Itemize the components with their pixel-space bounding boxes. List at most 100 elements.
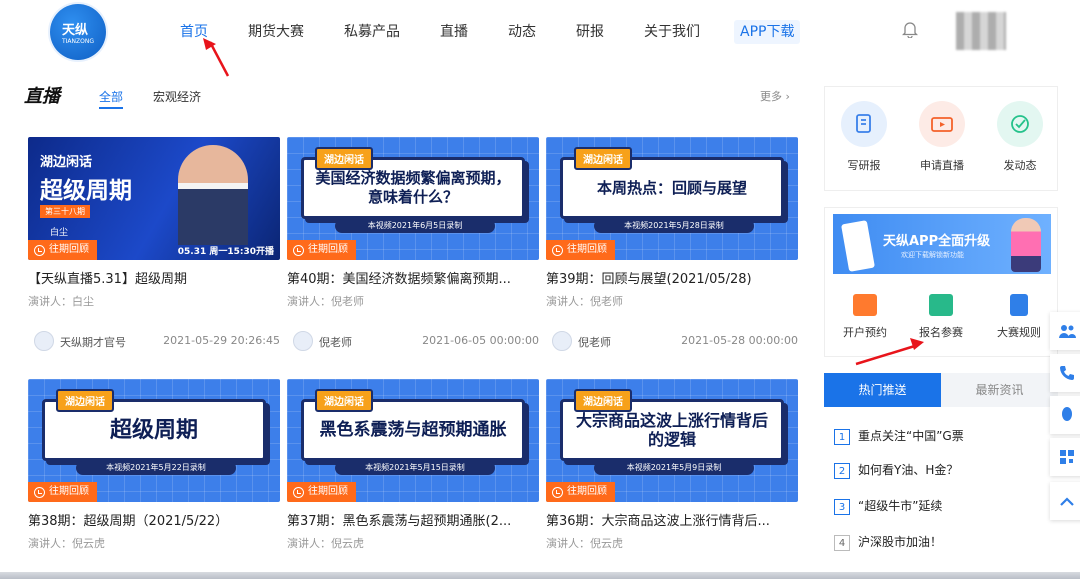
card-meta: 倪老师 2021-06-05 00:00:00	[287, 331, 539, 351]
news-panel: 热门推送 最新资讯 1 重点关注“中国”G票 2 如何看Y油、H金？ 3 “超级牛市”…	[824, 373, 1058, 579]
card-meta: 天纵期才官号 2021-05-29 20:26:45	[28, 331, 280, 351]
rank-badge: 1	[834, 428, 850, 445]
more-link[interactable]: 更多 ›	[760, 88, 790, 104]
service-label: 大赛规则	[997, 326, 1041, 339]
qq-icon	[1062, 407, 1072, 421]
quick-label: 申请直播	[920, 159, 964, 172]
live-card[interactable]: 湖边闲话 本周热点：回顾与展望 本视频2021年5月28日录制 往期回顾 第39…	[546, 137, 798, 351]
service-label: 开户预约	[843, 326, 887, 339]
news-title: “超级牛市”延续	[858, 499, 943, 513]
card-thumbnail[interactable]: 湖边闲话 超级周期 本视频2021年5月22日录制 往期回顾	[28, 379, 280, 502]
author-avatar	[34, 331, 54, 351]
thumb-record-date: 本视频2021年5月22日录制	[76, 461, 236, 475]
booking-icon	[853, 294, 877, 316]
news-item[interactable]: 1 重点关注“中国”G票	[834, 427, 1054, 447]
live-card[interactable]: 湖边闲话 大宗商品这波上涨行情背后的逻辑 本视频2021年5月9日录制 往期回顾…	[546, 379, 798, 551]
rank-badge: 2	[834, 462, 850, 479]
replay-icon	[34, 486, 45, 498]
replay-badge: 往期回顾	[546, 240, 615, 260]
thumb-headline: 超级周期	[40, 178, 132, 204]
section-title-text: 直播	[24, 86, 60, 107]
app-upgrade-banner[interactable]: 天纵APP全面升级 欢迎下载解锁新功能	[833, 214, 1051, 274]
nav-feed[interactable]: 动态	[488, 20, 556, 44]
thumb-record-date: 本视频2021年6月5日录制	[335, 219, 495, 233]
logo-text: 天纵	[62, 23, 89, 38]
author-avatar	[552, 331, 572, 351]
card-speaker: 演讲人：倪云虎	[287, 537, 364, 550]
users-icon	[1059, 325, 1076, 338]
card-author[interactable]: 倪老师	[319, 334, 352, 350]
nav-futures-contest[interactable]: 期货大赛	[228, 20, 324, 44]
card-author[interactable]: 倪老师	[578, 334, 611, 350]
replay-badge: 往期回顾	[28, 482, 97, 502]
header: 天纵 TIANZONG 首页 期货大赛 私募产品 直播 动态 研报 关于我们 AP…	[0, 0, 1080, 72]
card-thumbnail[interactable]: 湖边闲话 黑色系震荡与超预期通胀 本视频2021年5月15日录制 往期回顾	[287, 379, 539, 502]
account-booking-button[interactable]: 开户预约	[827, 294, 903, 340]
contact-float-button[interactable]	[1050, 312, 1080, 350]
card-time: 2021-06-05 00:00:00	[422, 334, 539, 347]
back-to-top-button[interactable]	[1050, 482, 1080, 520]
phone-float-button[interactable]	[1050, 354, 1080, 392]
feed-icon	[997, 101, 1043, 147]
live-card[interactable]: 湖边闲话 超级周期 本视频2021年5月22日录制 往期回顾 第38期：超级周期…	[28, 379, 280, 551]
tab-macro[interactable]: 宏观经济	[153, 88, 201, 105]
replay-label: 往期回顾	[308, 486, 348, 497]
replay-icon	[552, 244, 563, 256]
replay-label: 往期回顾	[567, 486, 607, 497]
thumb-series: 湖边闲话	[40, 155, 93, 170]
register-icon	[929, 294, 953, 316]
news-item[interactable]: 2 如何看Y油、H金？	[834, 461, 1054, 481]
app-banner-headline: 天纵APP全面升级	[883, 234, 991, 249]
card-speaker: 演讲人：倪老师	[546, 295, 623, 308]
news-item[interactable]: 4 沪深股市加油！	[834, 533, 1054, 553]
nav-live[interactable]: 直播	[420, 20, 488, 44]
news-title: 重点关注“中国”G票	[858, 429, 964, 443]
nav-home[interactable]: 首页	[160, 20, 228, 44]
card-title[interactable]: 【天纵直播5.31】超级周期	[28, 268, 280, 287]
nav-research[interactable]: 研报	[556, 20, 624, 44]
tab-all[interactable]: 全部	[99, 88, 124, 109]
post-feed-button[interactable]: 发动态	[985, 101, 1055, 173]
news-item[interactable]: 3 “超级牛市”延续	[834, 497, 1054, 517]
tab-latest-news[interactable]: 最新资讯	[941, 373, 1058, 407]
card-author[interactable]: 天纵期才官号	[60, 334, 126, 350]
live-card[interactable]: 湖边闲话 黑色系震荡与超预期通胀 本视频2021年5月15日录制 往期回顾 第3…	[287, 379, 539, 551]
qq-float-button[interactable]	[1050, 396, 1080, 434]
user-avatar[interactable]	[956, 12, 1006, 50]
card-speaker: 演讲人：倪老师	[287, 295, 364, 308]
tab-hot-push[interactable]: 热门推送	[824, 373, 941, 407]
character-illustration	[1011, 218, 1041, 272]
replay-badge: 往期回顾	[287, 482, 356, 502]
live-card[interactable]: 湖边闲话 美国经济数据频繁偏离预期，意味着什么？ 本视频2021年6月5日录制 …	[287, 137, 539, 351]
site-logo[interactable]: 天纵 TIANZONG	[50, 4, 106, 60]
card-thumbnail[interactable]: 湖边闲话 超级周期 第三十八期 白尘 05.31 周一15:30开播 往期回顾	[28, 137, 280, 260]
card-title[interactable]: 第36期：大宗商品这波上涨行情背后...	[546, 510, 798, 529]
card-title[interactable]: 第40期：美国经济数据频繁偏离预期...	[287, 268, 539, 287]
card-thumbnail[interactable]: 湖边闲话 本周热点：回顾与展望 本视频2021年5月28日录制 往期回顾	[546, 137, 798, 260]
card-title[interactable]: 第39期：回顾与展望(2021/05/28)	[546, 268, 798, 287]
report-icon	[841, 101, 887, 147]
replay-label: 往期回顾	[567, 244, 607, 255]
card-title[interactable]: 第37期：黑色系震荡与超预期通胀(2...	[287, 510, 539, 529]
apply-live-button[interactable]: 申请直播	[907, 101, 977, 173]
replay-icon	[293, 244, 304, 256]
nav-app-download[interactable]: APP下载	[734, 20, 801, 44]
register-contest-button[interactable]: 报名参赛	[903, 294, 979, 340]
thumb-series: 湖边闲话	[315, 147, 373, 170]
write-report-button[interactable]: 写研报	[829, 101, 899, 173]
contest-rules-button[interactable]: 大赛规则	[981, 294, 1057, 340]
quick-actions-panel: 写研报 申请直播 发动态	[824, 86, 1058, 191]
qrcode-float-button[interactable]	[1050, 438, 1080, 476]
card-thumbnail[interactable]: 湖边闲话 美国经济数据频繁偏离预期，意味着什么？ 本视频2021年6月5日录制 …	[287, 137, 539, 260]
bell-icon[interactable]	[902, 20, 918, 38]
nav-about[interactable]: 关于我们	[624, 20, 720, 44]
live-card[interactable]: 湖边闲话 超级周期 第三十八期 白尘 05.31 周一15:30开播 往期回顾 …	[28, 137, 280, 351]
thumb-series: 湖边闲话	[574, 389, 632, 412]
replay-icon	[293, 486, 304, 498]
quick-label: 写研报	[847, 159, 881, 172]
replay-badge: 往期回顾	[28, 240, 97, 260]
card-time: 2021-05-28 00:00:00	[681, 334, 798, 347]
nav-private-products[interactable]: 私募产品	[324, 20, 420, 44]
card-thumbnail[interactable]: 湖边闲话 大宗商品这波上涨行情背后的逻辑 本视频2021年5月9日录制 往期回顾	[546, 379, 798, 502]
card-title[interactable]: 第38期：超级周期（2021/5/22）	[28, 510, 280, 529]
